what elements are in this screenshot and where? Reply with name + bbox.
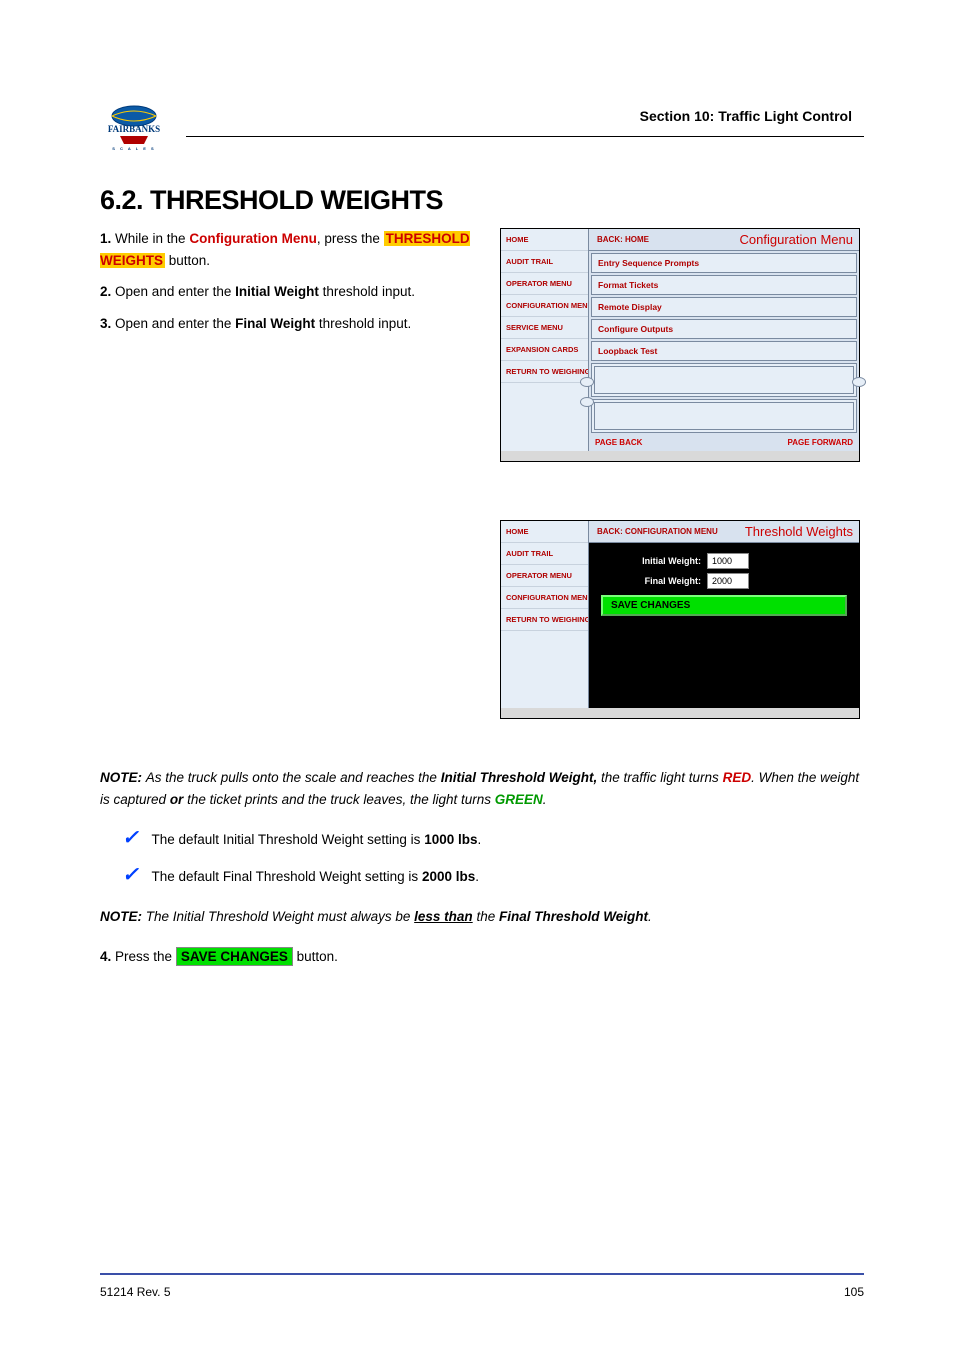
final-weight-input[interactable]: 2000 <box>707 573 749 589</box>
sidebar-item[interactable]: RETURN TO WEIGHING <box>501 609 588 631</box>
sidebar-item[interactable]: EXPANSION CARDS <box>501 339 588 361</box>
sidebar-item[interactable]: AUDIT TRAIL <box>501 543 588 565</box>
menu-item-threshold-weights[interactable]: Threshold Weights <box>600 406 848 426</box>
sidebar: HOME AUDIT TRAIL OPERATOR MENU CONFIGURA… <box>501 229 589 451</box>
fairbanks-logo: FAIRBANKS S C A L E S <box>100 100 168 155</box>
step-1: 1. While in the Configuration Menu, pres… <box>100 228 480 271</box>
sidebar-item[interactable]: HOME <box>501 229 588 251</box>
sidebar-item[interactable]: CONFIGURATION MENU <box>501 295 588 317</box>
steps-column: 1. While in the Configuration Menu, pres… <box>100 228 480 719</box>
config-menu-screenshot: HOME AUDIT TRAIL OPERATOR MENU CONFIGURA… <box>500 228 860 462</box>
sidebar-item[interactable]: HOME <box>501 521 588 543</box>
step-number: 4. <box>100 949 111 964</box>
sidebar-item[interactable]: OPERATOR MENU <box>501 273 588 295</box>
screen-title: Threshold Weights <box>745 524 859 539</box>
sidebar-item[interactable]: AUDIT TRAIL <box>501 251 588 273</box>
default-final: The default Final Threshold Weight setti… <box>148 859 860 892</box>
sidebar-item[interactable]: OPERATOR MENU <box>501 565 588 587</box>
final-weight-label: Final Weight: <box>601 576 701 586</box>
page-footer: 51214 Rev. 5 105 <box>100 1273 864 1299</box>
doc-revision: 51214 Rev. 5 <box>100 1285 171 1299</box>
screen-title: Configuration Menu <box>740 232 859 247</box>
step-2: 2. Open and enter the Initial Weight thr… <box>100 281 480 303</box>
sidebar: HOME AUDIT TRAIL OPERATOR MENU CONFIGURA… <box>501 521 589 708</box>
back-button[interactable]: BACK: HOME <box>589 235 657 244</box>
step-number: 1. <box>100 231 111 246</box>
status-bar <box>501 451 859 461</box>
save-changes-button[interactable]: SAVE CHANGES <box>601 595 847 616</box>
header-rule <box>186 136 864 137</box>
status-bar <box>501 708 859 718</box>
page-back-button[interactable]: PAGE BACK <box>595 438 642 447</box>
default-initial: The default Initial Threshold Weight set… <box>148 822 860 855</box>
red-text: RED <box>723 770 752 785</box>
menu-item[interactable]: Loopback Test <box>591 341 857 361</box>
initial-weight-label: Initial Weight: <box>601 556 701 566</box>
sidebar-item[interactable]: RETURN TO WEIGHING <box>501 361 588 383</box>
menu-item[interactable]: Entry Sequence Prompts <box>591 253 857 273</box>
svg-text:S C A L E S: S C A L E S <box>112 146 155 151</box>
menu-item[interactable]: Remote Display <box>591 297 857 317</box>
step-number: 3. <box>100 316 111 331</box>
step-4: 4. Press the SAVE CHANGES button. <box>100 946 860 968</box>
section-header: Section 10: Traffic Light Control <box>640 108 852 124</box>
page-forward-button[interactable]: PAGE FORWARD <box>788 438 853 447</box>
menu-item[interactable]: Configure Outputs <box>591 319 857 339</box>
back-button[interactable]: BACK: CONFIGURATION MENU <box>589 527 726 536</box>
menu-item[interactable]: Vehicle Image Type <box>600 370 848 390</box>
notes-block: NOTE: As the truck pulls onto the scale … <box>100 767 860 968</box>
page-title: 6.2. THRESHOLD WEIGHTS <box>100 185 864 216</box>
callout-bullet <box>580 377 594 387</box>
initial-weight-input[interactable]: 1000 <box>707 553 749 569</box>
step-number: 2. <box>100 284 111 299</box>
threshold-weights-screenshot: HOME AUDIT TRAIL OPERATOR MENU CONFIGURA… <box>500 520 860 719</box>
save-changes-button-label: SAVE CHANGES <box>176 947 293 966</box>
note-2: NOTE: The Initial Threshold Weight must … <box>100 906 860 928</box>
menu-item[interactable]: Format Tickets <box>591 275 857 295</box>
callout-bullet <box>852 377 866 387</box>
step-3: 3. Open and enter the Final Weight thres… <box>100 313 480 335</box>
svg-text:FAIRBANKS: FAIRBANKS <box>108 124 160 134</box>
menu-name: Configuration Menu <box>189 231 316 246</box>
page-number: 105 <box>844 1285 864 1299</box>
sidebar-item[interactable]: CONFIGURATION MENU <box>501 587 588 609</box>
callout-bullet <box>580 397 594 407</box>
green-text: GREEN <box>495 792 543 807</box>
sidebar-item[interactable]: SERVICE MENU <box>501 317 588 339</box>
note-1: NOTE: As the truck pulls onto the scale … <box>100 767 860 812</box>
